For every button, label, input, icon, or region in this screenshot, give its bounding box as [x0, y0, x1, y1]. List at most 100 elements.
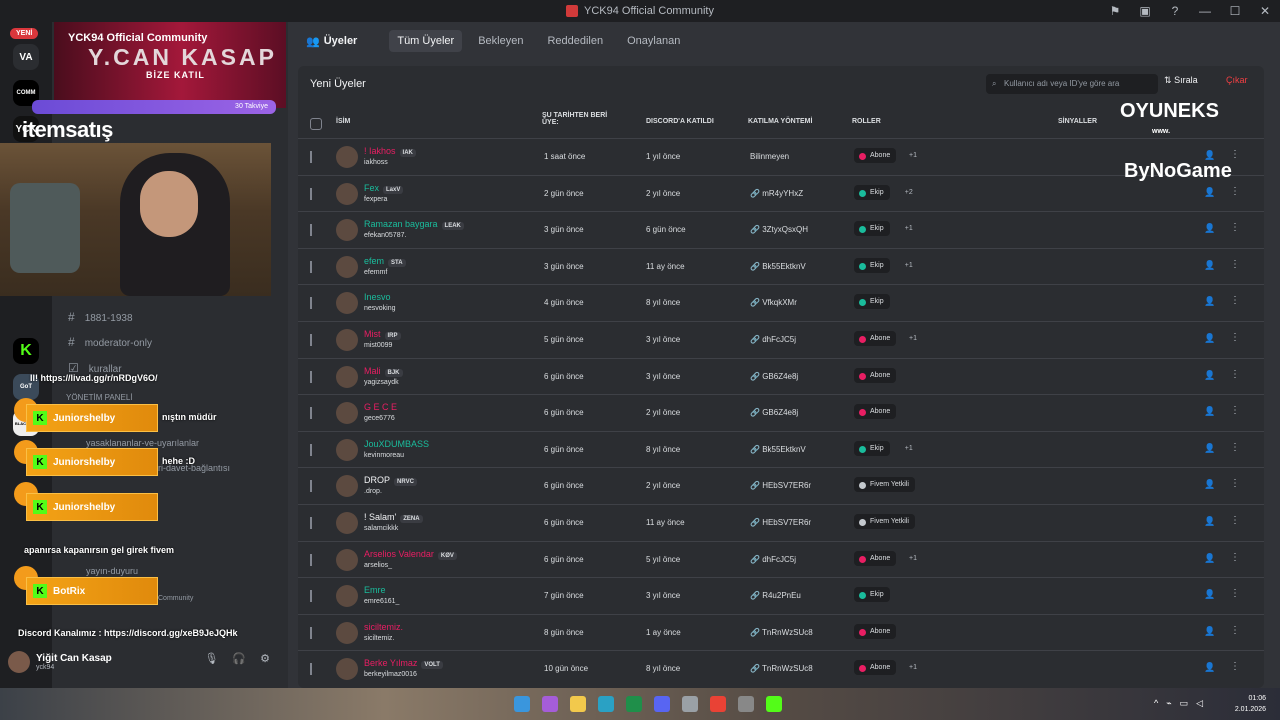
member-name[interactable]: Inesvo	[364, 292, 391, 302]
row-checkbox[interactable]	[310, 151, 312, 163]
close-button[interactable]: ✕	[1250, 0, 1280, 22]
avatar[interactable]	[336, 329, 358, 351]
table-row[interactable]: Fex LaxV fexpera 2 gün önce 2 yıl önce 🔗 mR4y…	[298, 174, 1264, 211]
header-roles[interactable]: ROLLER	[852, 118, 881, 125]
table-row[interactable]: Mist IRP mist0099 5 gün önce 3 yıl önce 🔗 dhF…	[298, 321, 1264, 357]
table-row[interactable]: Emre emre6161_ 7 gün önce 3 yıl önce 🔗 R4u2P…	[298, 577, 1264, 613]
more-options-icon[interactable]: ⋮	[1230, 332, 1240, 343]
user-actions-icon[interactable]: 👤	[1204, 406, 1215, 417]
role-badge[interactable]: Abone	[854, 331, 897, 346]
windows-start-icon[interactable]	[514, 696, 530, 712]
role-badge[interactable]: Ekip	[854, 221, 890, 237]
more-options-icon[interactable]: ⋮	[1230, 259, 1240, 270]
header-method[interactable]: KATILMA YÖNTEMİ	[748, 118, 812, 125]
role-badge[interactable]: Fivem Yetkili	[854, 477, 915, 493]
clock[interactable]: 01:06 2.01.2026	[1235, 693, 1266, 715]
user-actions-icon[interactable]: 👤	[1204, 516, 1215, 527]
member-name[interactable]: Ramazan baygara LEAK	[364, 219, 464, 231]
row-checkbox[interactable]	[310, 224, 312, 237]
role-badge[interactable]: Abone	[854, 367, 897, 383]
role-badge[interactable]: Abone	[854, 623, 897, 639]
table-row[interactable]: Mali BJK yagizsaydk 6 gün önce 3 yıl önce 🔗 G…	[298, 357, 1264, 394]
channel-item[interactable]: yasaklananlar-ve-uyarılanlar	[86, 438, 199, 448]
chrome-icon[interactable]	[710, 696, 726, 712]
more-options-icon[interactable]: ⋮	[1230, 369, 1240, 380]
user-actions-icon[interactable]: 👤	[1204, 223, 1215, 234]
role-badge[interactable]: Fivem Yetkili	[854, 514, 915, 529]
category-header[interactable]: YÖNETİM PANELİ	[66, 393, 133, 402]
more-roles[interactable]: +1	[909, 555, 917, 562]
more-roles[interactable]: +1	[905, 225, 913, 232]
screen-icon[interactable]: ▣	[1130, 0, 1160, 22]
member-name[interactable]: Arselios Valendar KØV	[364, 549, 457, 560]
member-name[interactable]: siciltemiz.	[364, 622, 403, 632]
maximize-button[interactable]: ☐	[1220, 0, 1250, 22]
avatar[interactable]	[336, 438, 358, 461]
more-options-icon[interactable]: ⋮	[1230, 149, 1240, 160]
tab-approved[interactable]: Onaylanan	[619, 30, 688, 52]
more-roles[interactable]: +2	[905, 189, 913, 196]
more-options-icon[interactable]: ⋮	[1230, 588, 1240, 599]
xbox-icon[interactable]	[626, 696, 642, 712]
row-checkbox[interactable]	[310, 626, 312, 639]
table-row[interactable]: JouXDUMBASS kevinmoreau 6 gün önce 8 yıl ön…	[298, 430, 1264, 467]
headphones-icon[interactable]: 🎧	[232, 652, 246, 665]
header-joined[interactable]: DISCORD'A KATILDI	[646, 118, 714, 125]
file-explorer-icon[interactable]	[570, 696, 586, 712]
row-checkbox[interactable]	[310, 480, 312, 493]
more-roles[interactable]: +1	[905, 262, 913, 269]
row-checkbox[interactable]	[310, 663, 312, 676]
app-icon[interactable]	[738, 696, 754, 712]
member-name[interactable]: ! Salam' ZENA	[364, 512, 423, 523]
kick-button[interactable]: Çıkar	[1226, 75, 1248, 85]
member-name[interactable]: ! Iakhos IAK	[364, 146, 416, 157]
user-actions-icon[interactable]: 👤	[1204, 296, 1215, 307]
row-checkbox[interactable]	[310, 187, 312, 200]
avatar[interactable]	[336, 365, 358, 388]
member-name[interactable]: DROP NRVC	[364, 475, 417, 487]
gear-icon[interactable]: ⚙	[260, 652, 270, 665]
row-checkbox[interactable]	[310, 590, 312, 603]
user-actions-icon[interactable]: 👤	[1204, 589, 1215, 600]
avatar[interactable]	[336, 548, 358, 571]
table-row[interactable]: ! Salam' ZENA salamcikkk 6 gün önce 11 ay ön…	[298, 504, 1264, 540]
avatar[interactable]	[336, 621, 358, 644]
row-checkbox[interactable]	[310, 443, 312, 456]
channel-item[interactable]: #1881-1938	[68, 310, 133, 324]
row-checkbox[interactable]	[310, 370, 312, 383]
more-roles[interactable]: +1	[909, 152, 917, 159]
row-checkbox[interactable]	[310, 297, 312, 310]
table-row[interactable]: efem STA efemmf 3 gün önce 11 ay önce 🔗 Bk55E…	[298, 247, 1264, 284]
table-row[interactable]: DROP NRVC .drop. 6 gün önce 2 yıl önce 🔗 HEbS…	[298, 467, 1264, 503]
user-actions-icon[interactable]: 👤	[1204, 443, 1215, 454]
more-options-icon[interactable]: ⋮	[1230, 442, 1240, 453]
server-banner[interactable]: YCK94 Official Community Y.CAN KASAP BİZ…	[54, 22, 286, 108]
role-badge[interactable]: Abone	[854, 660, 897, 676]
member-name[interactable]: Mali BJK	[364, 366, 403, 377]
more-options-icon[interactable]: ⋮	[1230, 405, 1240, 416]
table-row[interactable]: Berke Yılmaz VOLT berkeyilmaz0016 10 gün ön…	[298, 650, 1264, 686]
app-icon[interactable]	[682, 696, 698, 712]
help-icon[interactable]: ?	[1160, 0, 1190, 22]
edge-icon[interactable]	[598, 696, 614, 712]
system-tray[interactable]: ^⌁▭◁	[1154, 698, 1211, 709]
role-badge[interactable]: Ekip	[854, 587, 890, 603]
table-row[interactable]: ! Iakhos IAK iakhoss 1 saat önce 1 yıl önce B…	[298, 138, 1264, 174]
avatar[interactable]	[336, 512, 358, 534]
table-row[interactable]: Ramazan baygara LEAK efekan05787. 3 gün önc…	[298, 211, 1264, 247]
table-row[interactable]: Arselios Valendar KØV arselios_ 6 gün önce 5…	[298, 540, 1264, 577]
role-badge[interactable]: Ekip	[854, 257, 890, 273]
table-row[interactable]: G E C E gece6776 6 gün önce 2 yıl önce 🔗 GB6…	[298, 394, 1264, 430]
more-options-icon[interactable]: ⋮	[1230, 515, 1240, 526]
user-actions-icon[interactable]: 👤	[1204, 187, 1215, 198]
role-badge[interactable]: Abone	[854, 404, 897, 420]
username[interactable]: Yiğit Can Kasap	[36, 653, 112, 664]
member-name[interactable]: Berke Yılmaz VOLT	[364, 658, 443, 670]
microphone-icon[interactable]: 🎙	[204, 652, 218, 665]
member-name[interactable]: Mist IRP	[364, 329, 401, 340]
header-since[interactable]: ŞU TARİHTEN BERİ ÜYE:	[542, 112, 622, 126]
role-badge[interactable]: Ekip	[854, 294, 890, 310]
channel-item[interactable]: yayın-duyuru	[86, 566, 138, 576]
role-badge[interactable]: Ekip	[854, 440, 890, 456]
member-name[interactable]: G E C E	[364, 402, 397, 412]
